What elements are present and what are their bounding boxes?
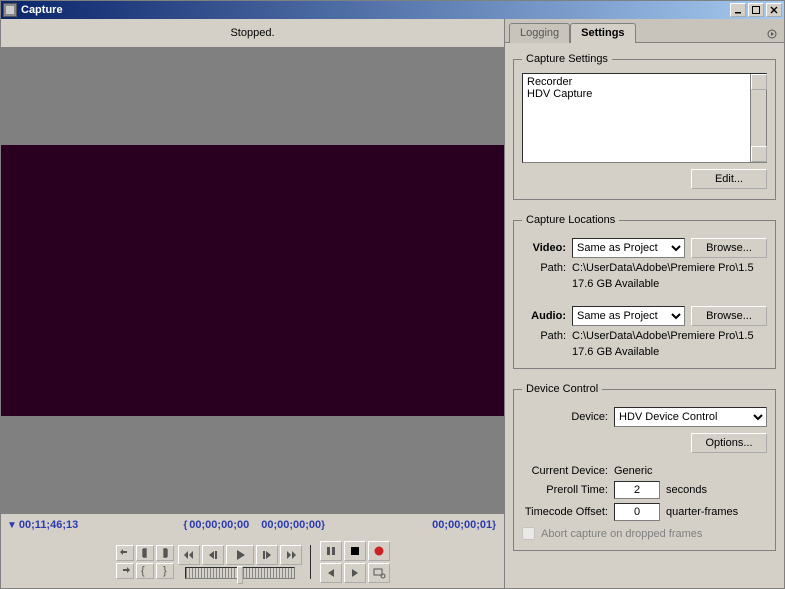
capture-settings-legend: Capture Settings — [522, 53, 612, 65]
svg-text:}: } — [163, 565, 167, 577]
pause-button[interactable] — [320, 541, 342, 561]
jog-slider[interactable] — [185, 567, 295, 579]
offset-input[interactable] — [614, 503, 660, 521]
timecode-out[interactable]: 00;00;00;00 — [261, 519, 321, 531]
current-device-label: Current Device: — [522, 465, 608, 477]
capture-locations-legend: Capture Locations — [522, 214, 619, 226]
preroll-label: Preroll Time: — [522, 484, 608, 496]
scrollbar[interactable] — [750, 74, 766, 162]
close-button[interactable] — [766, 3, 782, 17]
path-label: Path: — [522, 330, 566, 342]
set-out-button[interactable] — [116, 563, 134, 579]
video-label: Video: — [522, 242, 566, 254]
go-out-button[interactable]: } — [156, 563, 174, 579]
audio-browse-button[interactable]: Browse... — [691, 306, 767, 326]
scene-detect-button[interactable] — [368, 563, 390, 583]
capture-settings-list[interactable]: Recorder HDV Capture — [522, 73, 767, 163]
fast-forward-button[interactable] — [280, 545, 302, 565]
tab-settings[interactable]: Settings — [570, 23, 635, 43]
duration-marker-icon: } — [492, 520, 496, 531]
video-preview — [1, 145, 504, 416]
offset-label: Timecode Offset: — [522, 506, 608, 518]
timecode-current[interactable]: 00;11;46;13 — [19, 519, 78, 531]
device-select[interactable]: HDV Device Control — [614, 407, 767, 427]
prev-scene-button[interactable] — [320, 563, 342, 583]
abort-checkbox-row[interactable]: Abort capture on dropped frames — [522, 527, 767, 540]
record-button[interactable] — [368, 541, 390, 561]
capture-locations-group: Capture Locations Video: Same as Project… — [513, 214, 776, 369]
capture-status: Stopped. — [1, 19, 504, 47]
transport-controls: { } — [1, 536, 504, 588]
path-label: Path: — [522, 262, 566, 274]
capture-settings-group: Capture Settings Recorder HDV Capture Ed… — [513, 53, 776, 200]
play-button[interactable] — [226, 545, 254, 565]
mark-out-button[interactable] — [156, 545, 174, 561]
next-scene-button[interactable] — [344, 563, 366, 583]
video-available: 17.6 GB Available — [572, 278, 767, 290]
stop-button[interactable] — [344, 541, 366, 561]
offset-unit: quarter-frames — [666, 506, 738, 518]
video-path: C:\UserData\Adobe\Premiere Pro\1.5 — [572, 262, 754, 274]
tab-strip: Logging Settings — [505, 19, 784, 43]
panel-menu-icon[interactable] — [764, 26, 780, 42]
options-button[interactable]: Options... — [691, 433, 767, 453]
app-icon — [3, 3, 17, 17]
list-item[interactable]: Recorder — [527, 76, 762, 88]
go-in-button[interactable]: { — [136, 563, 154, 579]
settings-panel: Logging Settings Capture Settings Record… — [504, 19, 784, 588]
audio-available: 17.6 GB Available — [572, 346, 767, 358]
maximize-button[interactable] — [748, 3, 764, 17]
preview-area — [1, 47, 504, 514]
out-marker-icon: } — [321, 520, 325, 531]
edit-button[interactable]: Edit... — [691, 169, 767, 189]
in-marker-icon: { — [183, 520, 187, 531]
audio-location-select[interactable]: Same as Project — [572, 306, 685, 326]
svg-text:{: { — [141, 565, 145, 577]
video-location-select[interactable]: Same as Project — [572, 238, 685, 258]
preview-panel: Stopped. ▼00;11;46;13 {00;00;00;00 00;00… — [1, 19, 504, 588]
abort-checkbox — [522, 527, 535, 540]
video-browse-button[interactable]: Browse... — [691, 238, 767, 258]
preroll-input[interactable] — [614, 481, 660, 499]
step-forward-button[interactable] — [256, 545, 278, 565]
current-device: Generic — [614, 465, 653, 477]
titlebar: Capture — [1, 1, 784, 19]
audio-label: Audio: — [522, 310, 566, 322]
abort-label: Abort capture on dropped frames — [541, 528, 702, 540]
device-control-group: Device Control Device: HDV Device Contro… — [513, 383, 776, 551]
set-in-button[interactable] — [116, 545, 134, 561]
audio-path: C:\UserData\Adobe\Premiere Pro\1.5 — [572, 330, 754, 342]
window-title: Capture — [21, 4, 730, 16]
preroll-unit: seconds — [666, 484, 707, 496]
timecode-in[interactable]: 00;00;00;00 — [189, 519, 249, 531]
timecode-row: ▼00;11;46;13 {00;00;00;00 00;00;00;00} 0… — [1, 514, 504, 536]
timecode-duration[interactable]: 00;00;00;01 — [432, 519, 492, 531]
minimize-button[interactable] — [730, 3, 746, 17]
device-control-legend: Device Control — [522, 383, 602, 395]
list-item[interactable]: HDV Capture — [527, 88, 762, 100]
tab-logging[interactable]: Logging — [509, 23, 570, 43]
current-marker-icon: ▼ — [7, 520, 17, 531]
mark-in-button[interactable] — [136, 545, 154, 561]
step-back-button[interactable] — [202, 545, 224, 565]
capture-window: Capture Stopped. ▼00;11;46;13 {00;00;00;… — [0, 0, 785, 589]
rewind-button[interactable] — [178, 545, 200, 565]
device-label: Device: — [522, 411, 608, 423]
